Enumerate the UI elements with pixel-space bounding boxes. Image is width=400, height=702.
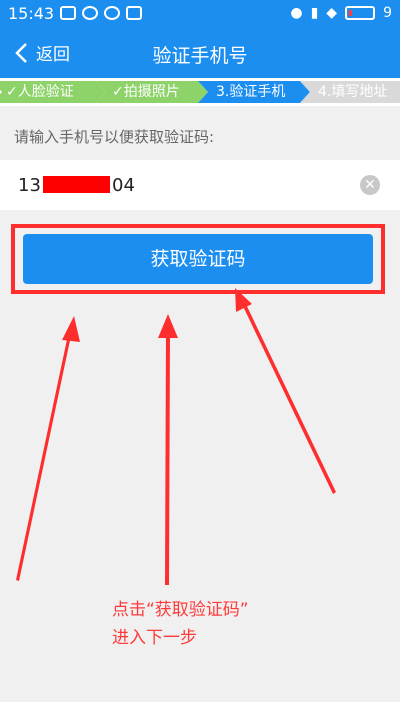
annotation-line-2: 进入下一步 (112, 628, 197, 648)
annotation-arrow-left (16, 316, 80, 581)
annotation-line-1: 点击“获取验证码” (112, 600, 249, 620)
annotation-note: 点击“获取验证码” 进入下一步 (112, 596, 249, 652)
annotation-arrow-right (235, 288, 336, 494)
annotation-arrow-middle (158, 314, 178, 585)
